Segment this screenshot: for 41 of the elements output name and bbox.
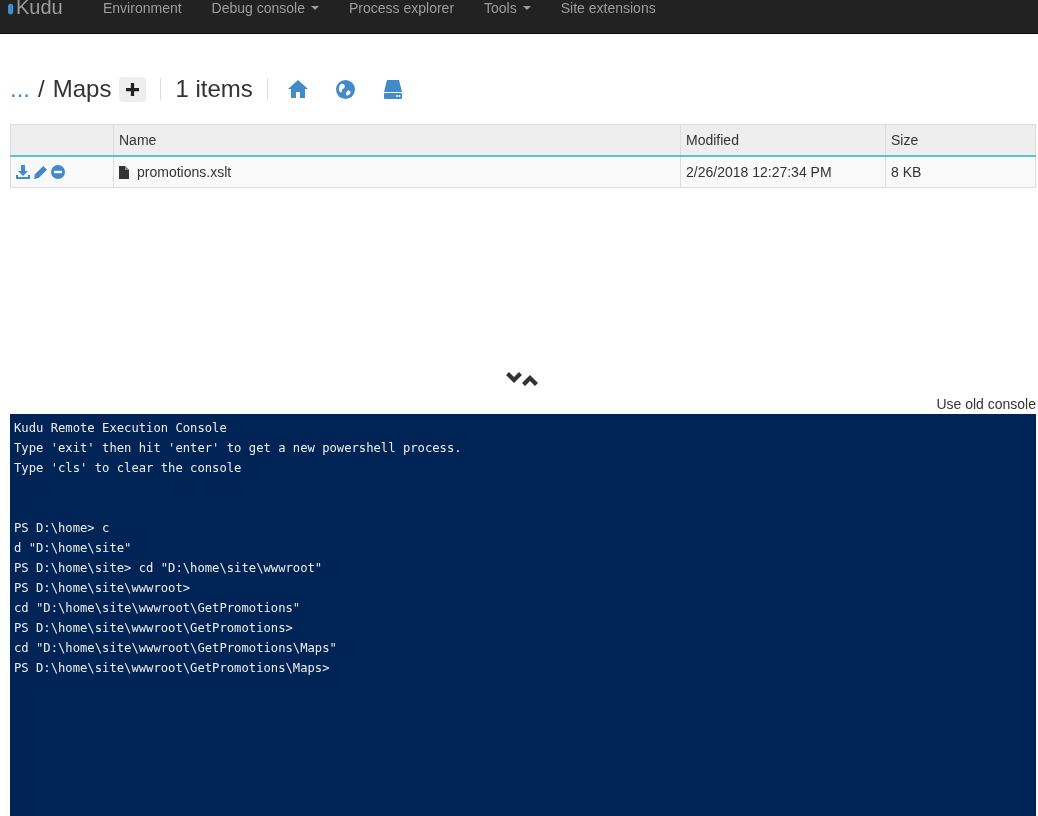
caret-icon	[522, 6, 531, 10]
column-header: Modified	[680, 124, 886, 156]
nav-link[interactable]: Environment	[88, 0, 197, 16]
home-icon[interactable]	[287, 80, 308, 98]
folder-name: Maps	[52, 75, 112, 103]
file-icon	[119, 165, 129, 179]
old-console-link[interactable]: Use old console	[936, 396, 1036, 412]
nav-link[interactable]: Process explorer	[334, 0, 470, 16]
brand-link[interactable]: Kudu	[0, 0, 88, 19]
download-icon[interactable]	[16, 165, 30, 179]
table-cell: 8 KB	[885, 156, 1036, 188]
column-header: Name	[113, 124, 681, 156]
item-count: 1 items	[175, 75, 253, 103]
console-line: PS D:\home\site\wwwroot>	[14, 580, 192, 597]
console-line: PS D:\home> c	[14, 520, 111, 537]
console-line: cd "D:\home\site\wwwroot\GetPromotions\Maps"	[14, 640, 338, 657]
console-line: PS D:\home\site\wwwroot\GetPromotions>	[14, 620, 294, 637]
console-line: Type 'exit' then hit 'enter' to get a new powershell process.	[14, 440, 463, 457]
console-line: cd "D:\home\site\wwwroot\GetPromotions"	[14, 600, 302, 617]
console-line: d "D:\home\site"	[14, 540, 133, 557]
resize-chevrons-icon[interactable]	[504, 372, 540, 386]
pencil-icon[interactable]	[34, 165, 47, 179]
console-line: Kudu Remote Execution Console	[14, 420, 228, 437]
table-cell: 2/26/2018 12:27:34 PM	[680, 156, 886, 188]
drive-icon[interactable]	[382, 79, 403, 99]
console-line: PS D:\home\site> cd "D:\home\site\wwwroot"	[14, 560, 324, 577]
file-link[interactable]: promotions.xslt	[137, 164, 232, 180]
nav-link[interactable]: Site extensions	[545, 0, 671, 16]
breadcrumb-link[interactable]: ...	[10, 75, 30, 103]
delete-icon[interactable]	[51, 165, 65, 179]
caret-icon	[311, 6, 319, 10]
console-line: Type 'cls' to clear the console	[14, 460, 243, 477]
breadcrumb-separator: /	[38, 75, 45, 103]
add-button[interactable]	[119, 76, 147, 102]
logo-icon	[8, 2, 15, 16]
globe-icon[interactable]	[335, 79, 355, 99]
column-header: Size	[885, 124, 1036, 156]
nav-link[interactable]: Tools	[469, 0, 546, 16]
plus-icon	[126, 82, 140, 96]
console-line: PS D:\home\site\wwwroot\GetPromotions\Maps>	[14, 660, 331, 677]
nav-link[interactable]: Debug console	[196, 0, 334, 16]
